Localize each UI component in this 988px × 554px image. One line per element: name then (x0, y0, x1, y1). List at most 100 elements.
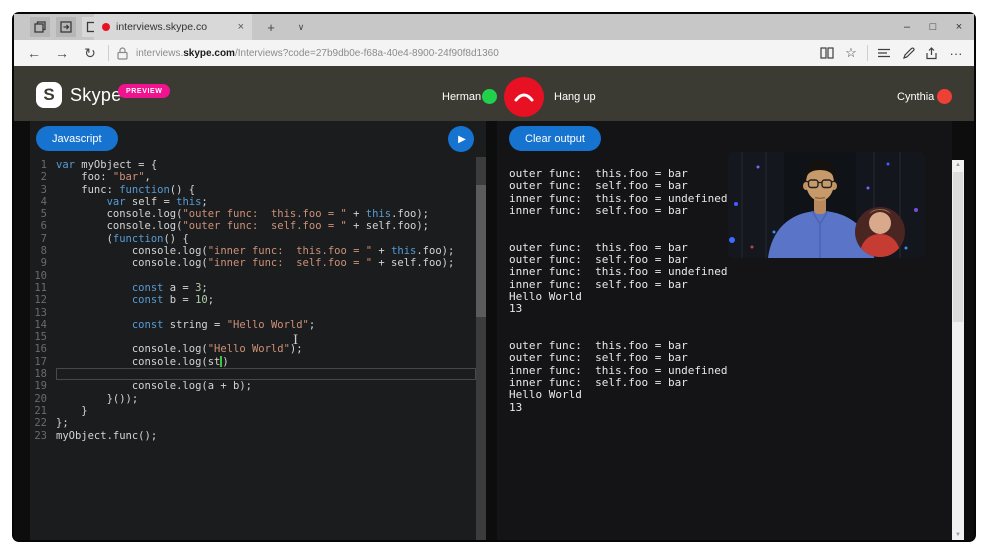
code-line[interactable]: 17 console.log(st) (30, 356, 476, 368)
participant-name-cynthia: Cynthia (897, 91, 934, 103)
output-scrollbar[interactable]: ▲ ▼ (952, 160, 964, 540)
code-line[interactable]: 23myObject.func(); (30, 430, 476, 442)
editor-scrollbar[interactable] (476, 157, 486, 540)
language-button[interactable]: Javascript (36, 126, 118, 151)
more-options-icon[interactable]: ··· (944, 40, 968, 66)
code-line-text: console.log(st) (56, 356, 476, 368)
code-line-text: var self = this; (56, 196, 476, 208)
browser-tab-bar: interviews.skype.co × + ∨ – □ × (14, 14, 974, 40)
minimize-button[interactable]: – (894, 14, 920, 40)
preview-badge: PREVIEW (118, 84, 170, 98)
code-line-text: }; (56, 417, 476, 429)
code-line[interactable]: 5 console.log("outer func: this.foo = " … (30, 208, 476, 220)
code-line[interactable]: 3 func: function() { (30, 184, 476, 196)
line-number: 8 (30, 245, 56, 257)
code-line[interactable]: 18 (30, 368, 476, 380)
console-line: 13 (509, 303, 944, 315)
code-line-text: console.log(a + b); (56, 380, 476, 392)
editor-scrollbar-thumb[interactable] (476, 185, 486, 317)
line-number: 5 (30, 208, 56, 220)
app-title: Skype (70, 85, 122, 106)
line-number: 13 (30, 307, 56, 319)
hub-icon[interactable] (872, 40, 896, 66)
code-line[interactable]: 15 (30, 331, 476, 343)
forward-button[interactable]: → (48, 40, 76, 66)
code-line[interactable]: 10 (30, 270, 476, 282)
code-line[interactable]: 16 console.log("Hello World"); (30, 343, 476, 355)
line-number: 7 (30, 233, 56, 245)
back-button[interactable]: ← (20, 40, 48, 66)
line-number: 22 (30, 417, 56, 429)
line-number: 3 (30, 184, 56, 196)
maximize-button[interactable]: □ (920, 14, 946, 40)
code-line[interactable]: 1var myObject = { (30, 159, 476, 171)
hangup-label: Hang up (554, 91, 596, 103)
code-line-text: myObject.func(); (56, 430, 476, 442)
code-line-text (56, 368, 476, 380)
scroll-up-arrow-icon[interactable]: ▲ (952, 160, 964, 170)
code-line[interactable]: 7 (function() { (30, 233, 476, 245)
address-bar-icons: ☆ ··· (815, 40, 968, 66)
cynthia-status-dot (937, 89, 952, 104)
code-line[interactable]: 6 console.log("outer func: self.foo = " … (30, 220, 476, 232)
close-window-button[interactable]: × (946, 14, 972, 40)
refresh-button[interactable]: ↻ (76, 40, 104, 66)
code-line-text: }()); (56, 393, 476, 405)
console-line (509, 316, 944, 328)
participant-name-herman: Herman (442, 91, 481, 103)
line-number: 1 (30, 159, 56, 171)
code-line-text: foo: "bar", (56, 171, 476, 183)
code-line[interactable]: 4 var self = this; (30, 196, 476, 208)
code-line[interactable]: 19 console.log(a + b); (30, 380, 476, 392)
new-tab-button[interactable]: + (260, 14, 282, 40)
window-controls: – □ × (894, 14, 972, 40)
line-number: 4 (30, 196, 56, 208)
code-line[interactable]: 22}; (30, 417, 476, 429)
url-field[interactable]: interviews.skype.com/Interviews?code=27b… (113, 40, 815, 66)
output-panel: Clear output outer func: this.foo = baro… (497, 121, 952, 540)
code-line[interactable]: 13 (30, 307, 476, 319)
code-line[interactable]: 2 foo: "bar", (30, 171, 476, 183)
code-line[interactable]: 11 const a = 3; (30, 282, 476, 294)
address-divider (108, 45, 109, 61)
tab-list-chevron-icon[interactable]: ∨ (290, 14, 312, 40)
tabs-aside-list-icon[interactable] (30, 17, 50, 37)
console-line: Hello World (509, 291, 944, 303)
active-tab[interactable]: interviews.skype.co × (94, 14, 252, 40)
code-editor-panel: Javascript ▶ 1var myObject = {2 foo: "ba… (30, 121, 486, 540)
console-line: outer func: self.foo = bar (509, 352, 944, 364)
code-area[interactable]: 1var myObject = {2 foo: "bar",3 func: fu… (30, 157, 476, 540)
code-line[interactable]: 20 }()); (30, 393, 476, 405)
address-divider (867, 45, 868, 61)
console-line: inner func: this.foo = undefined (509, 266, 944, 278)
code-line-text: console.log("outer func: self.foo = " + … (56, 220, 476, 232)
code-line-text: console.log("outer func: this.foo = " + … (56, 208, 476, 220)
scroll-down-arrow-icon[interactable]: ▼ (952, 530, 964, 540)
reading-view-icon[interactable] (815, 40, 839, 66)
tab-close-icon[interactable]: × (238, 21, 244, 33)
set-tabs-aside-icon[interactable] (56, 17, 76, 37)
output-scrollbar-thumb[interactable] (953, 172, 963, 322)
clear-output-button[interactable]: Clear output (509, 126, 601, 151)
line-number: 19 (30, 380, 56, 392)
web-notes-pen-icon[interactable] (896, 40, 920, 66)
code-line[interactable]: 9 console.log("inner func: self.foo = " … (30, 257, 476, 269)
code-line-text (56, 331, 476, 343)
code-line-text: (function() { (56, 233, 476, 245)
tab-recording-dot-icon (102, 23, 110, 31)
code-line[interactable]: 12 const b = 10; (30, 294, 476, 306)
code-line-text: const string = "Hello World"; (56, 319, 476, 331)
code-line[interactable]: 21 } (30, 405, 476, 417)
run-code-button[interactable]: ▶ (448, 126, 474, 152)
line-number: 9 (30, 257, 56, 269)
hangup-button[interactable] (504, 77, 544, 117)
line-number: 11 (30, 282, 56, 294)
share-icon[interactable] (920, 40, 944, 66)
favorites-star-icon[interactable]: ☆ (839, 40, 863, 66)
console-line: 13 (509, 402, 944, 414)
video-call-thumbnail[interactable] (728, 152, 925, 258)
line-number: 6 (30, 220, 56, 232)
code-line-text: const a = 3; (56, 282, 476, 294)
code-line[interactable]: 14 const string = "Hello World"; (30, 319, 476, 331)
code-line[interactable]: 8 console.log("inner func: this.foo = " … (30, 245, 476, 257)
